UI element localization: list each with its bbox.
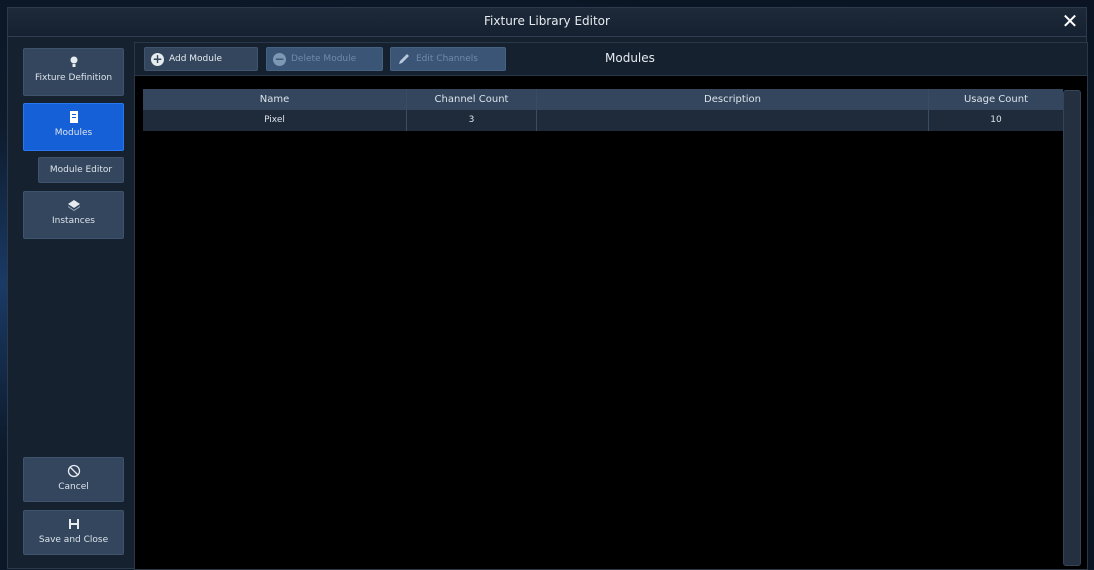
cell-name: Pixel: [143, 110, 407, 131]
sidebar-item-label: Fixture Definition: [34, 73, 113, 83]
edit-channels-button[interactable]: Edit Channels: [390, 47, 506, 71]
window-title: Fixture Library Editor: [484, 14, 610, 28]
column-header-usage-count[interactable]: Usage Count: [929, 89, 1063, 110]
add-module-button[interactable]: + Add Module: [144, 47, 258, 71]
delete-module-label: Delete Module: [291, 54, 357, 64]
lightbulb-icon: [70, 56, 77, 67]
title-bar: Fixture Library Editor ✕: [8, 8, 1086, 37]
sidebar-item-instances[interactable]: Instances: [23, 191, 124, 239]
modules-panel: + Add Module − Delete Module Edit Channe…: [134, 42, 1088, 570]
edit-channels-label: Edit Channels: [416, 54, 478, 64]
delete-module-button[interactable]: − Delete Module: [266, 47, 383, 71]
toolbar: + Add Module − Delete Module Edit Channe…: [135, 43, 1087, 76]
cancel-button[interactable]: Cancel: [23, 457, 124, 502]
save-icon: [68, 519, 79, 529]
sidebar-item-modules[interactable]: Modules: [23, 103, 124, 151]
fixture-library-editor-window: Fixture Library Editor ✕ Fixture Definit…: [7, 7, 1088, 570]
cell-usage-count: 10: [929, 110, 1063, 131]
stack-icon: [67, 200, 80, 211]
vertical-scrollbar[interactable]: [1063, 90, 1081, 566]
sidebar-item-module-editor[interactable]: Module Editor: [38, 157, 124, 183]
save-and-close-label: Save and Close: [38, 535, 109, 545]
sidebar-item-label: Modules: [54, 128, 93, 138]
table-header: Name Channel Count Description Usage Cou…: [143, 89, 1063, 110]
column-header-channel-count[interactable]: Channel Count: [407, 89, 537, 110]
column-header-description[interactable]: Description: [537, 89, 929, 110]
column-header-name[interactable]: Name: [143, 89, 407, 110]
cell-description: [537, 110, 929, 131]
sidebar-item-label: Instances: [52, 216, 95, 226]
sidebar-item-fixture-definition[interactable]: Fixture Definition: [23, 48, 124, 96]
sidebar-item-label: Module Editor: [49, 165, 113, 175]
save-and-close-button[interactable]: Save and Close: [23, 510, 124, 555]
pencil-icon: [399, 54, 409, 64]
table-row[interactable]: Pixel 3 10: [143, 110, 1063, 131]
document-icon: [69, 111, 78, 123]
panel-title: Modules: [605, 51, 655, 65]
modules-table: Name Channel Count Description Usage Cou…: [143, 89, 1063, 131]
cancel-icon: [67, 464, 80, 478]
cell-channel-count: 3: [407, 110, 537, 131]
plus-icon: +: [151, 51, 164, 66]
add-module-label: Add Module: [169, 54, 223, 64]
close-button[interactable]: ✕: [1060, 11, 1080, 31]
minus-icon: −: [273, 51, 286, 66]
cancel-label: Cancel: [58, 482, 89, 492]
